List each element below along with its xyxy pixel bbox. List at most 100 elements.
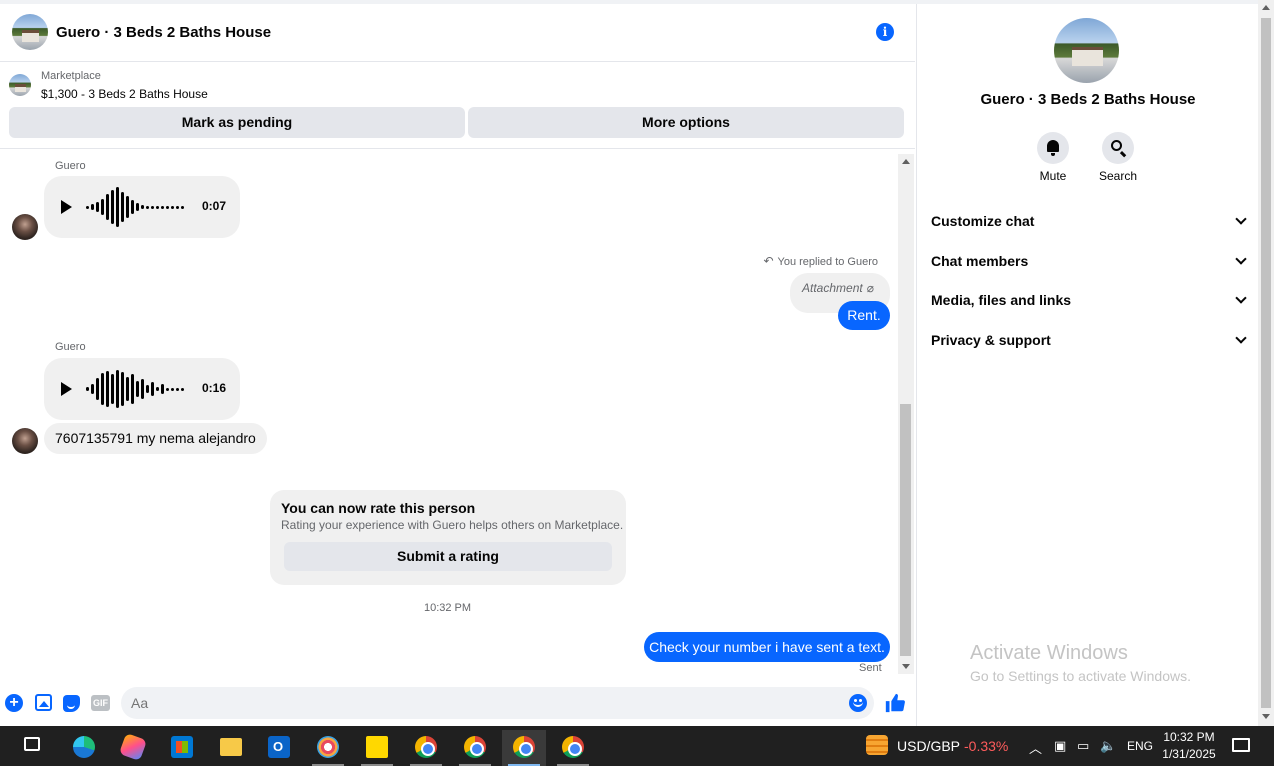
waveform-bar bbox=[91, 204, 94, 210]
window-scrollbar[interactable] bbox=[1258, 0, 1274, 726]
scroll-down-arrow-icon[interactable] bbox=[902, 664, 910, 669]
notification-icon[interactable] bbox=[1232, 738, 1250, 752]
listing-title[interactable]: $1,300 - 3 Beds 2 Baths House bbox=[41, 87, 208, 101]
taskbar-sticky-notes[interactable] bbox=[355, 730, 399, 766]
clock-date[interactable]: 1/31/2025 bbox=[1158, 747, 1220, 761]
search-action[interactable]: Search bbox=[1093, 132, 1143, 183]
sender-name: Guero bbox=[55, 341, 86, 353]
taskbar-store[interactable] bbox=[160, 730, 204, 766]
network-icon[interactable]: ▭ bbox=[1077, 738, 1089, 754]
meet-now-icon[interactable]: ▣ bbox=[1054, 738, 1066, 754]
scrollbar-thumb[interactable] bbox=[900, 404, 911, 656]
window-scrollbar-thumb[interactable] bbox=[1261, 18, 1271, 708]
fx-change[interactable]: -0.33% bbox=[964, 738, 1008, 754]
sender-avatar[interactable] bbox=[12, 214, 38, 240]
sticker-icon[interactable] bbox=[63, 695, 80, 712]
sender-avatar[interactable] bbox=[12, 428, 38, 454]
taskbar-chrome-3[interactable] bbox=[502, 730, 546, 766]
taskbar-chrome-2[interactable] bbox=[453, 730, 497, 766]
scroll-up-arrow-icon[interactable] bbox=[902, 159, 910, 164]
panel-title: Guero · 3 Beds 2 Baths House bbox=[980, 91, 1196, 108]
chevron-down-icon bbox=[1235, 213, 1247, 225]
volume-icon[interactable]: 🔈 bbox=[1100, 738, 1116, 754]
section-label: Privacy & support bbox=[931, 332, 1051, 348]
coin-stack-icon[interactable] bbox=[866, 735, 888, 755]
audio-message: 0:16 bbox=[44, 358, 240, 420]
chevron-down-icon bbox=[1235, 332, 1247, 344]
chat-title[interactable]: Guero · 3 Beds 2 Baths House bbox=[56, 24, 271, 41]
taskbar-file-explorer[interactable] bbox=[209, 730, 253, 766]
play-icon[interactable] bbox=[61, 382, 72, 396]
taskbar-copilot[interactable] bbox=[111, 730, 155, 766]
reply-icon: ↶ bbox=[763, 254, 774, 268]
clock-time[interactable]: 10:32 PM bbox=[1163, 730, 1215, 744]
waveform-bar bbox=[151, 205, 154, 209]
waveform-bar bbox=[176, 387, 179, 391]
mute-button[interactable] bbox=[1037, 132, 1069, 164]
waveform-bar bbox=[171, 387, 174, 391]
waveform-bar bbox=[121, 372, 124, 406]
waveform-bar bbox=[166, 387, 169, 391]
waveform-bar bbox=[91, 384, 94, 394]
plus-icon[interactable]: + bbox=[5, 694, 23, 712]
waveform-bar bbox=[141, 379, 144, 399]
play-icon[interactable] bbox=[61, 200, 72, 214]
waveform-bar bbox=[181, 387, 184, 391]
chevron-down-icon bbox=[1235, 253, 1247, 265]
waveform-bar bbox=[131, 374, 134, 404]
outlook-icon bbox=[268, 736, 290, 758]
taskbar: USD/GBP -0.33% ︿ ▣ ▭ 🔈 ENG 10:32 PM 1/31… bbox=[0, 726, 1274, 766]
waveform-bar bbox=[176, 205, 179, 209]
waveform-bar bbox=[106, 194, 109, 220]
waveform-bar bbox=[111, 190, 114, 224]
section-label: Media, files and links bbox=[931, 292, 1072, 308]
language-indicator[interactable]: ENG bbox=[1127, 739, 1153, 753]
waveform-bar bbox=[86, 387, 89, 391]
message-list: Guero 0:07 ↶ You replied to Guero Attachm… bbox=[0, 150, 898, 680]
chat-details-panel: Guero · 3 Beds 2 Baths House Mute Search… bbox=[916, 4, 1258, 726]
chat-avatar[interactable] bbox=[12, 14, 48, 50]
chrome-icon bbox=[513, 736, 535, 758]
section-privacy-support[interactable]: Privacy & support bbox=[931, 322, 1247, 358]
taskbar-chrome-4[interactable] bbox=[551, 730, 595, 766]
house-photo bbox=[1054, 18, 1119, 83]
like-icon[interactable] bbox=[884, 692, 906, 714]
more-options-button[interactable]: More options bbox=[468, 107, 904, 138]
mark-pending-button[interactable]: Mark as pending bbox=[9, 107, 465, 138]
task-view-icon[interactable] bbox=[24, 737, 40, 751]
photo-icon[interactable] bbox=[35, 694, 52, 711]
gif-icon[interactable]: GIF bbox=[91, 695, 110, 711]
audio-message: 0:07 bbox=[44, 176, 240, 238]
listing-thumbnail[interactable] bbox=[9, 74, 31, 96]
waveform-bar bbox=[131, 200, 134, 214]
message-scrollbar[interactable] bbox=[898, 154, 914, 674]
taskbar-outlook[interactable] bbox=[257, 730, 301, 766]
waveform-bar bbox=[181, 205, 184, 209]
waveform-bar bbox=[106, 371, 109, 407]
section-media-files-links[interactable]: Media, files and links bbox=[931, 282, 1247, 318]
message-input[interactable] bbox=[121, 687, 874, 719]
search-button[interactable] bbox=[1102, 132, 1134, 164]
section-customize-chat[interactable]: Customize chat bbox=[931, 203, 1247, 239]
submit-rating-button[interactable]: Submit a rating bbox=[284, 542, 612, 571]
audio-duration: 0:07 bbox=[202, 199, 227, 213]
panel-avatar[interactable] bbox=[1054, 18, 1119, 83]
scroll-up-arrow-icon[interactable] bbox=[1262, 5, 1270, 10]
chevron-up-icon[interactable]: ︿ bbox=[1029, 738, 1042, 757]
taskbar-chrome-1[interactable] bbox=[404, 730, 448, 766]
info-icon[interactable]: i bbox=[876, 23, 894, 41]
taskbar-paint[interactable] bbox=[306, 730, 350, 766]
waveform-bar bbox=[96, 378, 99, 400]
taskbar-edge[interactable] bbox=[62, 730, 106, 766]
waveform-bar bbox=[116, 187, 119, 227]
incoming-message: 7607135791 my nema alejandro bbox=[44, 423, 267, 454]
chevron-down-icon bbox=[1235, 292, 1247, 304]
scroll-down-arrow-icon[interactable] bbox=[1262, 714, 1270, 719]
screen: Guero · 3 Beds 2 Baths House i Marketpla… bbox=[0, 0, 1274, 766]
section-chat-members[interactable]: Chat members bbox=[931, 243, 1247, 279]
folder-icon bbox=[220, 738, 242, 756]
chrome-icon bbox=[464, 736, 486, 758]
paint-icon bbox=[317, 736, 339, 758]
fx-pair[interactable]: USD/GBP bbox=[897, 738, 960, 754]
mute-action[interactable]: Mute bbox=[1028, 132, 1078, 183]
